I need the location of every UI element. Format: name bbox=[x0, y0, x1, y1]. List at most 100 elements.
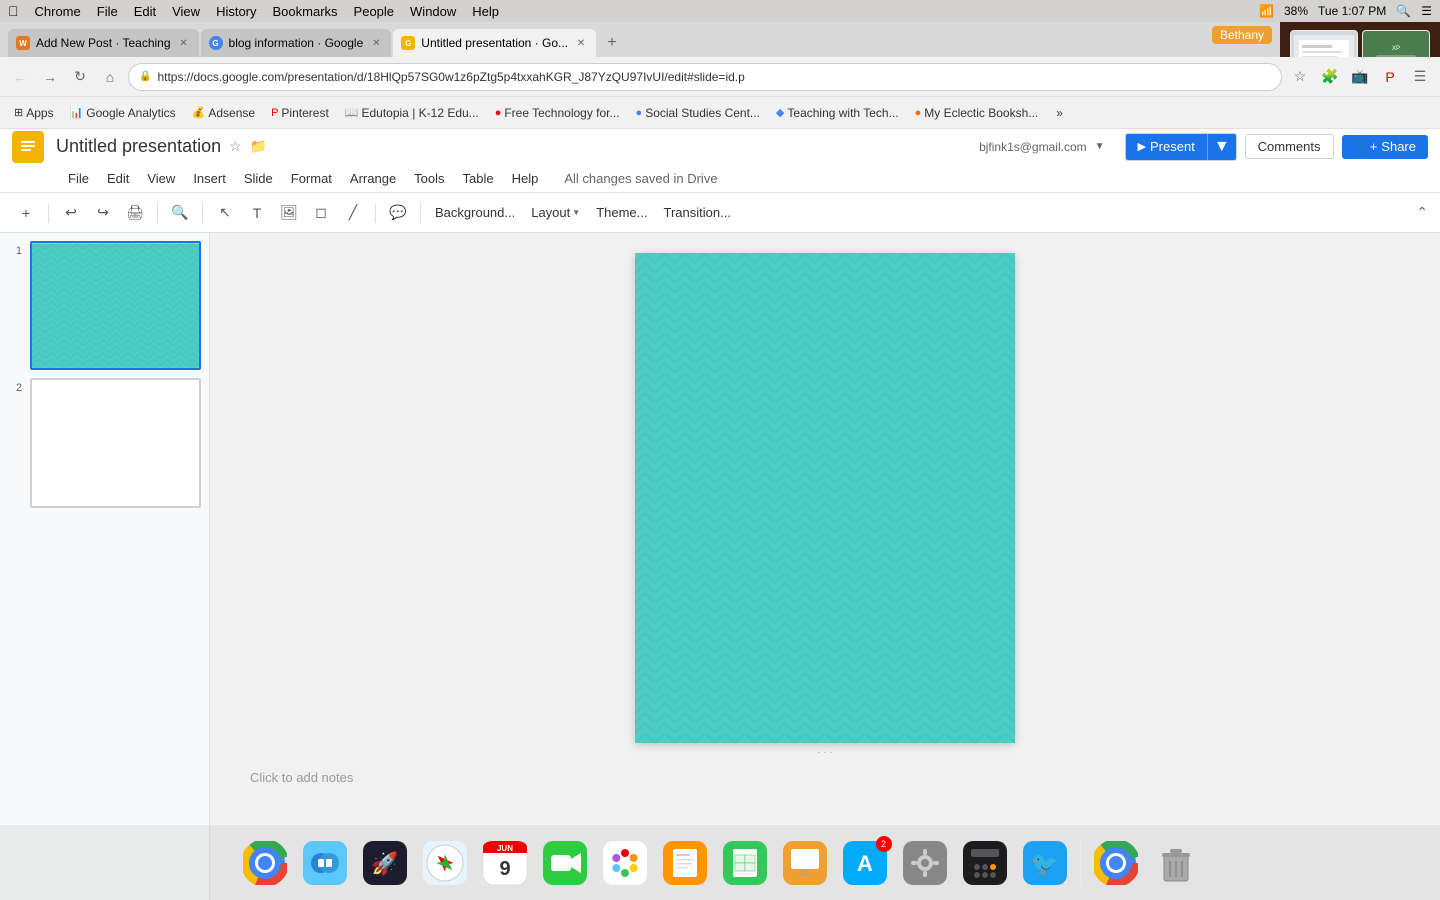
canvas-area[interactable]: · · · Click to add notes bbox=[210, 233, 1440, 900]
slides-menu-view[interactable]: View bbox=[139, 169, 183, 188]
dock-twitter[interactable]: 🐦 bbox=[1018, 836, 1072, 890]
dock-pages[interactable] bbox=[658, 836, 712, 890]
dock-facetime[interactable] bbox=[538, 836, 592, 890]
dock-systemprefs[interactable] bbox=[898, 836, 952, 890]
zoom-button[interactable]: 🔍 bbox=[166, 199, 194, 227]
tab-1-close[interactable]: ✕ bbox=[177, 36, 191, 50]
bookshelf-icon: ● bbox=[915, 107, 922, 119]
tab-2[interactable]: G blog information · Google ✕ bbox=[201, 29, 392, 57]
address-bar[interactable]: 🔒 https://docs.google.com/presentation/d… bbox=[128, 63, 1282, 91]
slides-menu-format[interactable]: Format bbox=[283, 169, 340, 188]
slides-menu-file[interactable]: File bbox=[60, 169, 97, 188]
present-dropdown-button[interactable]: ▼ bbox=[1207, 134, 1236, 160]
redo-button[interactable]: ↪ bbox=[89, 199, 117, 227]
dock-appstore[interactable]: A 2 bbox=[838, 836, 892, 890]
slides-menu-slide[interactable]: Slide bbox=[236, 169, 281, 188]
dock-trash[interactable] bbox=[1149, 836, 1203, 890]
slides-menu-help[interactable]: Help bbox=[504, 169, 547, 188]
new-tab-button[interactable]: + bbox=[598, 29, 626, 57]
reload-button[interactable]: ↻ bbox=[68, 65, 92, 89]
tab-3[interactable]: G Untitled presentation · Go... ✕ bbox=[393, 29, 596, 57]
tab-2-close[interactable]: ✕ bbox=[369, 36, 383, 50]
dock-calculator[interactable] bbox=[958, 836, 1012, 890]
bookmark-social-studies-label: Social Studies Cent... bbox=[645, 106, 760, 120]
bookmark-edutopia[interactable]: 📖 Edutopia | K-12 Edu... bbox=[339, 103, 485, 123]
menu-chrome[interactable]: Chrome bbox=[35, 4, 81, 19]
image-tool[interactable]: 🖼 bbox=[275, 199, 303, 227]
dock-finder[interactable] bbox=[298, 836, 352, 890]
cast-icon[interactable]: 📺 bbox=[1348, 65, 1372, 89]
bookmark-pinterest[interactable]: P Pinterest bbox=[265, 103, 335, 123]
menu-history[interactable]: History bbox=[216, 4, 256, 19]
slides-title[interactable]: Untitled presentation bbox=[56, 136, 221, 157]
tab-1[interactable]: W Add New Post · Teaching ✕ bbox=[8, 29, 199, 57]
menu-window[interactable]: Window bbox=[410, 4, 456, 19]
line-tool[interactable]: ╱ bbox=[339, 199, 367, 227]
bookmark-star-icon[interactable]: ☆ bbox=[1288, 65, 1312, 89]
bookmark-teaching-tech[interactable]: ◆ Teaching with Tech... bbox=[770, 103, 905, 123]
bookmarks-bar: ⊞ Apps 📊 Google Analytics 💰 Adsense P Pi… bbox=[0, 97, 1440, 129]
tab-user[interactable]: Bethany bbox=[1212, 26, 1272, 44]
menu-file[interactable]: File bbox=[97, 4, 118, 19]
present-button[interactable]: ▶ Present ▼ bbox=[1125, 133, 1237, 161]
dock-calendar[interactable]: JUN 9 bbox=[478, 836, 532, 890]
bookmark-bookshelf[interactable]: ● My Eclectic Booksh... bbox=[909, 103, 1045, 123]
transition-dropdown[interactable]: Transition... bbox=[657, 205, 736, 220]
dock-chrome2[interactable] bbox=[1089, 836, 1143, 890]
undo-button[interactable]: ↩ bbox=[57, 199, 85, 227]
pinterest-ext-icon[interactable]: P bbox=[1378, 65, 1402, 89]
menu-help[interactable]: Help bbox=[472, 4, 499, 19]
bookmark-social-studies[interactable]: ● Social Studies Cent... bbox=[630, 103, 766, 123]
share-button[interactable]: 👤+ Share bbox=[1342, 135, 1428, 159]
slides-menu-insert[interactable]: Insert bbox=[185, 169, 234, 188]
comment-tool[interactable]: 💬 bbox=[384, 199, 412, 227]
chrome-menu-icon[interactable]: ☰ bbox=[1408, 65, 1432, 89]
user-dropdown-icon[interactable]: ▼ bbox=[1095, 141, 1105, 152]
slides-menu-edit[interactable]: Edit bbox=[99, 169, 137, 188]
present-main-button[interactable]: ▶ Present bbox=[1126, 134, 1207, 160]
menu-edit[interactable]: Edit bbox=[134, 4, 156, 19]
slides-menu-arrange[interactable]: Arrange bbox=[342, 169, 404, 188]
appstore-badge: 2 bbox=[876, 836, 892, 852]
dock-launchpad[interactable]: 🚀 bbox=[358, 836, 412, 890]
dock-numbers[interactable] bbox=[718, 836, 772, 890]
tab-2-title: blog information · Google bbox=[229, 36, 364, 50]
theme-dropdown[interactable]: Theme... bbox=[590, 205, 653, 220]
bookmark-free-tech[interactable]: ● Free Technology for... bbox=[489, 103, 626, 123]
forward-button[interactable]: → bbox=[38, 65, 62, 89]
bookmark-more[interactable]: » bbox=[1050, 103, 1069, 123]
extensions-icon[interactable]: 🧩 bbox=[1318, 65, 1342, 89]
bookmark-adsense[interactable]: 💰 Adsense bbox=[186, 103, 261, 123]
add-slide-button[interactable]: + bbox=[12, 199, 40, 227]
menu-bookmarks[interactable]: Bookmarks bbox=[273, 4, 338, 19]
home-button[interactable]: ⌂ bbox=[98, 65, 122, 89]
text-tool[interactable]: T bbox=[243, 199, 271, 227]
apple-logo[interactable]:  bbox=[8, 3, 19, 19]
comments-button[interactable]: Comments bbox=[1245, 134, 1334, 159]
menu-people[interactable]: People bbox=[354, 4, 394, 19]
title-folder-icon[interactable]: 📁 bbox=[250, 138, 267, 155]
dock-keynote[interactable] bbox=[778, 836, 832, 890]
notes-area[interactable]: Click to add notes bbox=[230, 762, 1420, 793]
slides-menu-tools[interactable]: Tools bbox=[406, 169, 452, 188]
layout-dropdown[interactable]: Layout ▼ bbox=[525, 205, 586, 220]
dock-chrome[interactable] bbox=[238, 836, 292, 890]
slide-2-thumbnail[interactable] bbox=[30, 378, 201, 507]
print-button[interactable]: 🖨 bbox=[121, 199, 149, 227]
dock-photos[interactable] bbox=[598, 836, 652, 890]
cursor-tool[interactable]: ↖ bbox=[211, 199, 239, 227]
dock-safari[interactable] bbox=[418, 836, 472, 890]
title-star-icon[interactable]: ☆ bbox=[229, 138, 242, 155]
menu-view[interactable]: View bbox=[172, 4, 200, 19]
search-icon[interactable]: 🔍 bbox=[1396, 4, 1411, 18]
slides-menu-table[interactable]: Table bbox=[455, 169, 502, 188]
shape-tool[interactable]: ◻ bbox=[307, 199, 335, 227]
background-dropdown[interactable]: Background... bbox=[429, 205, 521, 220]
bookmark-analytics[interactable]: 📊 Google Analytics bbox=[64, 103, 182, 123]
menu-icon[interactable]: ☰ bbox=[1421, 4, 1432, 18]
toolbar-collapse-button[interactable]: ⌃ bbox=[1416, 204, 1428, 221]
bookmark-apps[interactable]: ⊞ Apps bbox=[8, 103, 60, 123]
slide-1-thumbnail[interactable] bbox=[30, 241, 201, 370]
tab-3-close[interactable]: ✕ bbox=[574, 36, 588, 50]
back-button[interactable]: ← bbox=[8, 65, 32, 89]
